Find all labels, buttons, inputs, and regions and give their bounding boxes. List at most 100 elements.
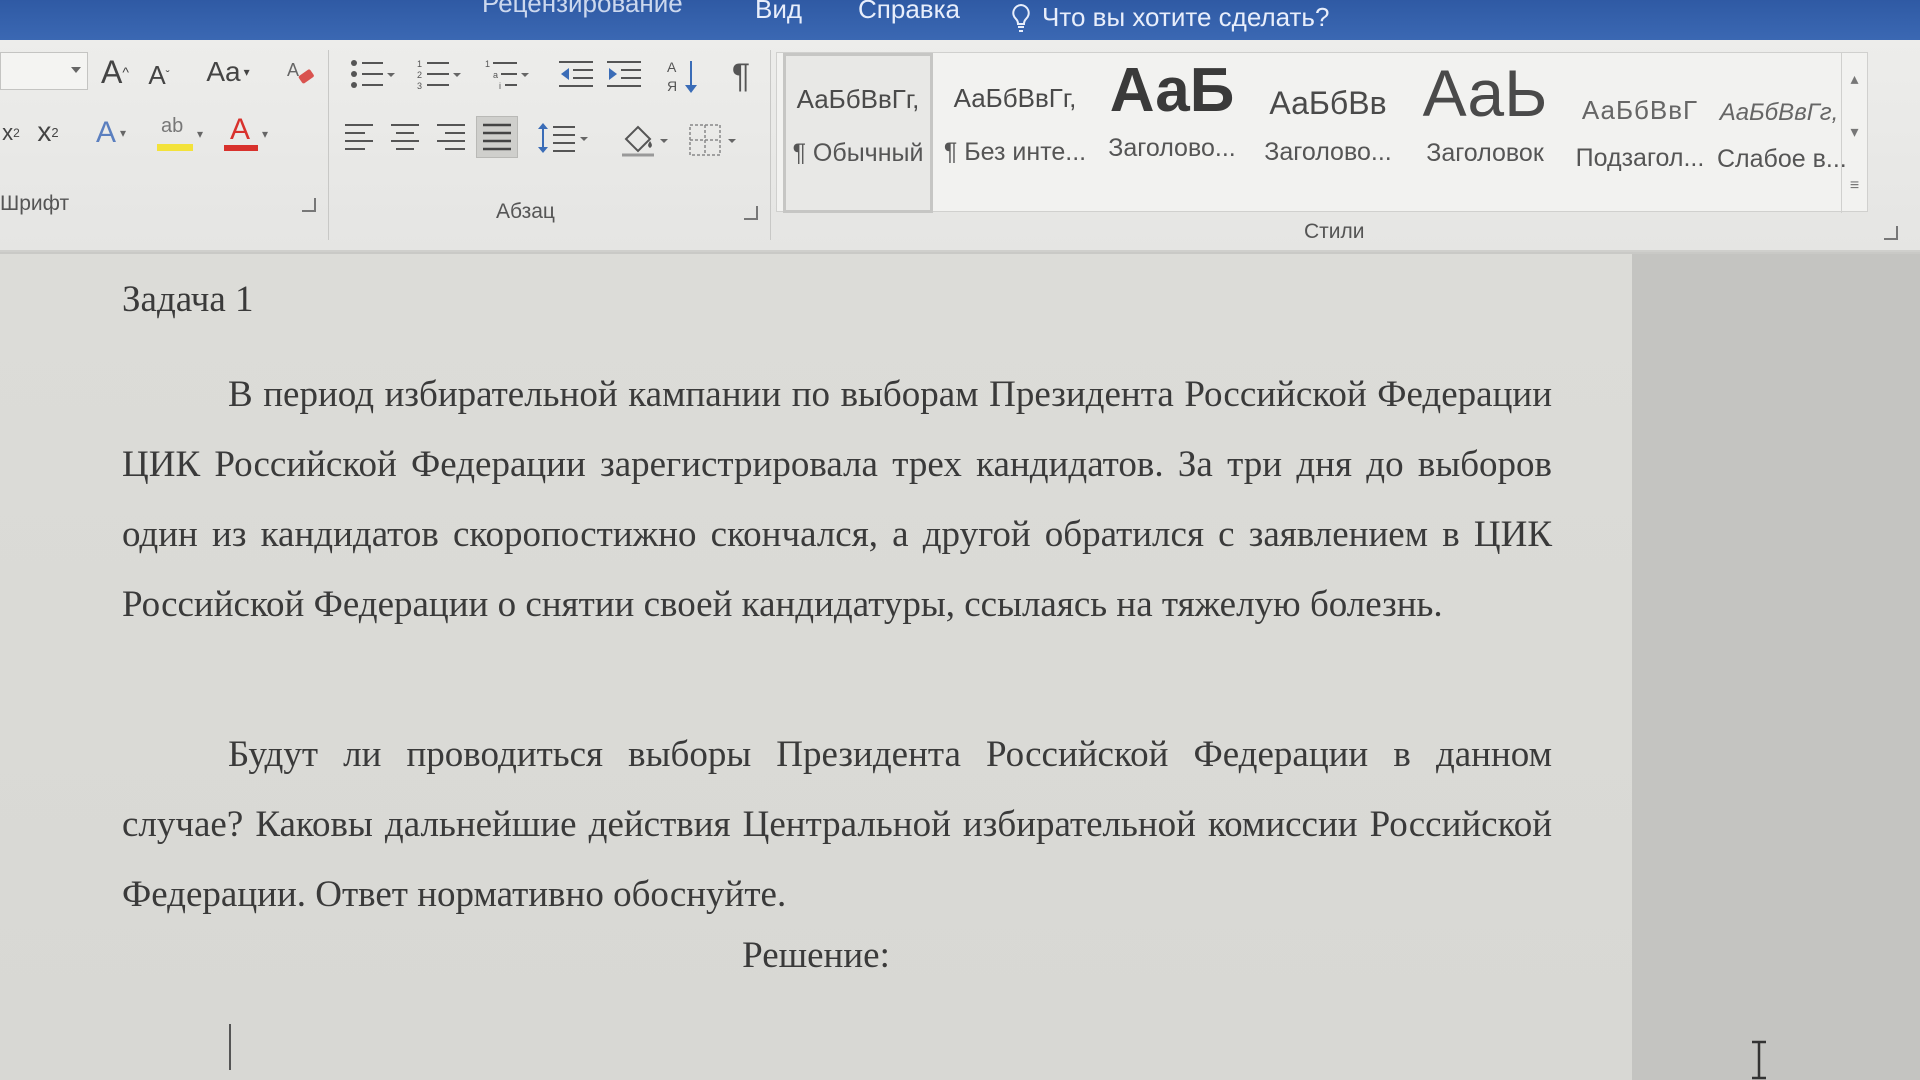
font-group-label: Шрифт [0, 192, 70, 215]
chevron-down-icon [71, 67, 81, 73]
style-heading-1[interactable]: АаБ Заголово... [1095, 53, 1249, 213]
style-name: ¶ Без инте... [943, 138, 1087, 166]
subscript-label: x [2, 120, 14, 145]
subscript-button[interactable]: x2 [0, 116, 22, 150]
paragraph-group-label: Абзац [496, 200, 555, 223]
tab-review[interactable]: Рецензирование [482, 0, 683, 19]
decrease-indent-icon [559, 61, 593, 87]
pilcrow-icon: ¶ [731, 56, 751, 95]
styles-gallery-scroll: ▴ ▾ ≡ [1841, 53, 1867, 213]
more-styles-icon[interactable]: ≡ [1842, 159, 1867, 212]
align-left-button[interactable] [340, 118, 378, 156]
line-spacing-button[interactable] [534, 118, 594, 158]
shrink-font-label: A [148, 59, 166, 90]
style-name: ¶ Обычный [792, 139, 924, 167]
align-center-button[interactable] [386, 118, 424, 156]
style-sample: АаБбВвГг, [953, 83, 1077, 113]
justify-button[interactable] [476, 116, 518, 158]
tab-view[interactable]: Вид [755, 0, 802, 25]
styles-dialog-launcher-icon[interactable] [1884, 226, 1898, 240]
change-case-label: Aa [206, 56, 241, 87]
grow-font-label: A [101, 53, 123, 90]
style-sample: АаЬ [1422, 56, 1548, 130]
decrease-indent-button[interactable] [556, 56, 596, 92]
scroll-down-icon[interactable]: ▾ [1842, 106, 1867, 159]
borders-icon [689, 124, 736, 156]
document-area: Задача 1 В период избирательной кампании… [0, 254, 1920, 1080]
increase-indent-icon [607, 61, 641, 87]
solution-label: Решение: [742, 935, 890, 976]
paint-bucket-icon [622, 125, 668, 157]
group-divider [328, 50, 329, 240]
style-name: Заголово... [1108, 134, 1236, 162]
styles-gallery: АаБбВвГг, ¶ Обычный АаБбВвГг, ¶ Без инте… [776, 52, 1868, 213]
numbering-button[interactable]: 1 2 3 [408, 54, 472, 94]
highlight-color-button[interactable]: ab ▾ [150, 114, 210, 154]
task-paragraph-2: Будут ли проводиться выборы Президента Р… [122, 734, 1552, 915]
align-center-icon [391, 124, 419, 150]
style-name: Слабое в... [1717, 145, 1847, 173]
text-effects-label: A [95, 116, 116, 149]
bullets-button[interactable] [340, 54, 404, 94]
styles-group-label: Стили [1304, 220, 1365, 243]
style-sample: АаБбВвГ [1581, 95, 1699, 125]
text-effects-button[interactable]: A ▾ [86, 114, 136, 152]
style-normal[interactable]: АаБбВвГг, ¶ Обычный [783, 53, 933, 213]
ribbon-tab-bar: Рецензирование Вид Справка Что вы хотите… [0, 0, 1920, 40]
superscript-button[interactable]: x2 [30, 114, 66, 150]
tell-me-box[interactable]: Что вы хотите сделать? [1010, 2, 1329, 33]
show-formatting-marks-button[interactable]: ¶ [724, 56, 758, 96]
sort-az-icon: А Я [667, 59, 697, 94]
style-heading-2[interactable]: АаБбВв Заголово... [1251, 53, 1405, 213]
svg-text:i: i [499, 81, 501, 91]
superscript-label: x [37, 116, 52, 147]
align-right-button[interactable] [432, 118, 470, 156]
scroll-up-icon[interactable]: ▴ [1842, 53, 1867, 106]
font-dialog-launcher-icon[interactable] [302, 198, 316, 212]
svg-text:2: 2 [417, 70, 422, 80]
style-name: Подзагол... [1575, 144, 1705, 172]
increase-indent-button[interactable] [604, 56, 644, 92]
svg-text:1: 1 [485, 59, 490, 69]
style-sample: АаБбВвГг, [1719, 99, 1839, 126]
align-left-icon [345, 124, 373, 150]
style-sample: АаБбВвГг, [796, 84, 920, 114]
ribbon: A ^ Aˇ Aa ▾ A x2 x2 A ▾ ab ▾ A ▾ Шрифт 1… [0, 40, 1920, 252]
grow-font-button[interactable]: A ^ [98, 54, 132, 90]
svg-text:3: 3 [417, 81, 422, 91]
svg-text:Я: Я [667, 78, 677, 94]
sort-button[interactable]: А Я [666, 56, 702, 96]
change-case-button[interactable]: Aa ▾ [198, 54, 258, 90]
lightbulb-icon [1012, 3, 1030, 32]
font-color-button[interactable]: A ▾ [218, 113, 274, 154]
eraser-icon: A [287, 60, 314, 84]
svg-text:А: А [667, 59, 677, 75]
task-paragraph-1: В период избирательной кампании по выбор… [122, 374, 1552, 625]
paragraph-dialog-launcher-icon[interactable] [744, 206, 758, 220]
text-cursor [229, 1024, 231, 1070]
multilevel-list-button[interactable]: 1 a i [476, 54, 540, 94]
task-heading: Задача 1 [122, 279, 254, 320]
style-subtle-emphasis[interactable]: АаБбВвГг, Слабое в... [1717, 53, 1847, 213]
font-size-dropdown[interactable] [0, 52, 88, 90]
svg-text:a: a [493, 70, 498, 80]
justify-icon [483, 123, 511, 151]
style-title[interactable]: АаЬ Заголовок [1407, 53, 1563, 213]
numbered-list-icon: 1 2 3 [417, 59, 461, 91]
font-color-label: A [229, 113, 250, 146]
font-color-icon: A [223, 113, 258, 153]
clear-formatting-button[interactable]: A [284, 54, 318, 90]
highlighter-icon: ab [156, 115, 193, 153]
style-sample: АаБбВв [1269, 85, 1387, 121]
shrink-font-button[interactable]: Aˇ [144, 58, 174, 92]
shading-button[interactable] [618, 120, 674, 160]
borders-button[interactable] [686, 120, 742, 160]
highlight-label: ab [160, 115, 184, 137]
align-right-icon [437, 124, 465, 150]
style-no-spacing[interactable]: АаБбВвГг, ¶ Без инте... [937, 53, 1093, 213]
group-divider [770, 50, 771, 240]
line-spacing-icon [538, 123, 588, 153]
document-page[interactable]: Задача 1 В период избирательной кампании… [0, 254, 1632, 1080]
tab-help[interactable]: Справка [858, 0, 960, 25]
style-subtitle[interactable]: АаБбВвГ Подзагол... [1565, 53, 1715, 213]
